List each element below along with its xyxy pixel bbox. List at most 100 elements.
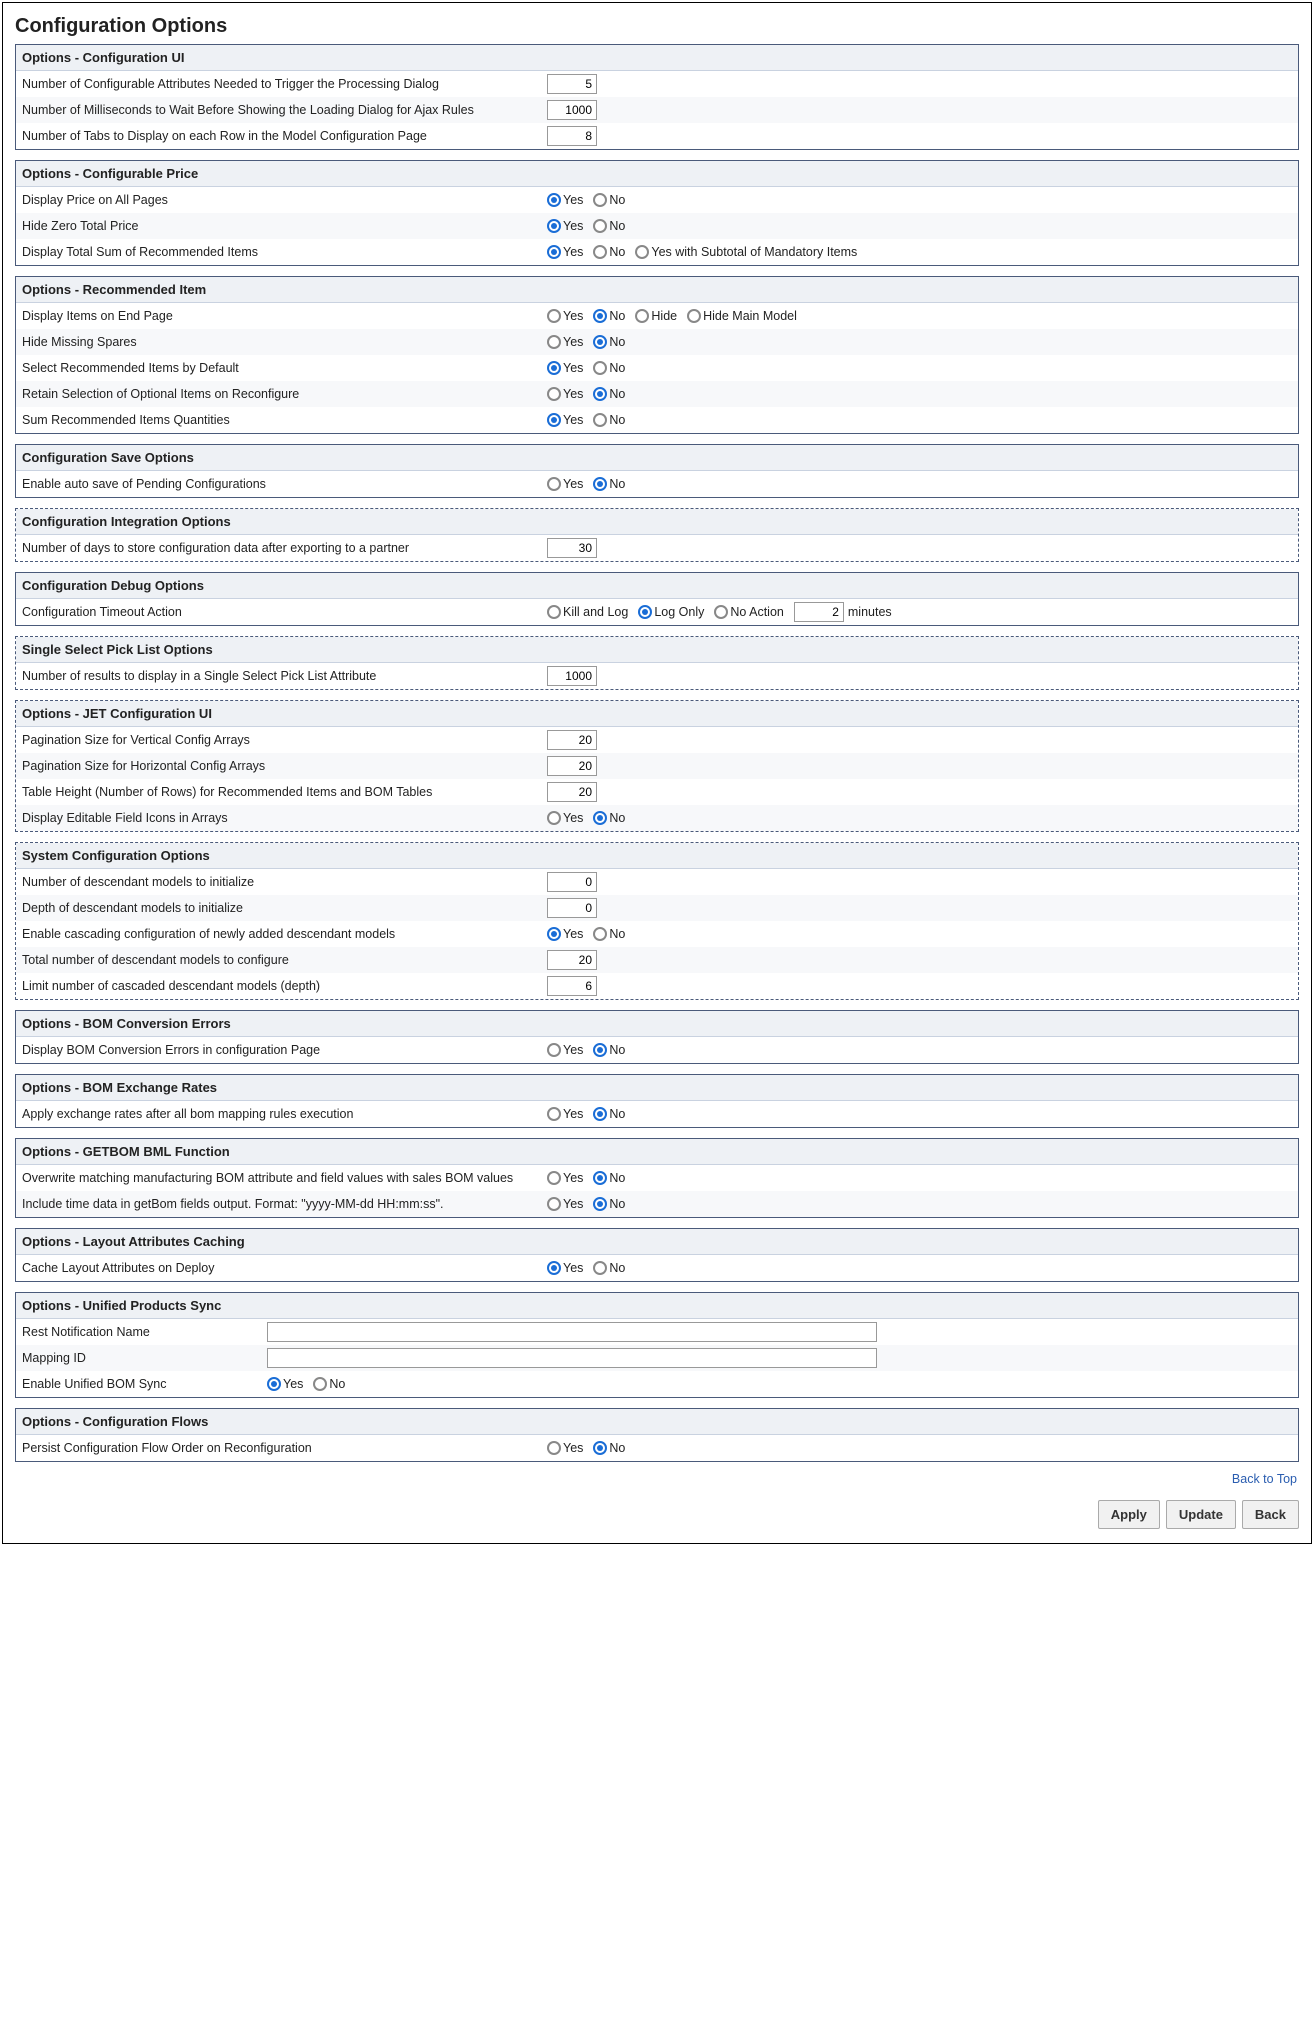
radio-label: No xyxy=(609,477,625,491)
radio-enable-sync-no[interactable]: No xyxy=(313,1377,345,1391)
radio-getbom-time-yes[interactable]: Yes xyxy=(547,1197,583,1211)
radio-persist-flow-no[interactable]: No xyxy=(593,1441,625,1455)
input-total-desc[interactable] xyxy=(547,950,597,970)
input-tabs-row[interactable] xyxy=(547,126,597,146)
radio-display-end-no[interactable]: No xyxy=(593,309,625,323)
label-bom-conv-display: Display BOM Conversion Errors in configu… xyxy=(22,1043,547,1057)
radio-display-sum-yes[interactable]: Yes xyxy=(547,245,583,259)
section-header: Options - BOM Conversion Errors xyxy=(16,1011,1298,1037)
radio-cache-layout-no[interactable]: No xyxy=(593,1261,625,1275)
radio-auto-save-yes[interactable]: Yes xyxy=(547,477,583,491)
radio-timeout-log[interactable]: Log Only xyxy=(638,605,704,619)
radio-cascading-no[interactable]: No xyxy=(593,927,625,941)
radio-bom-conv-yes[interactable]: Yes xyxy=(547,1043,583,1057)
section-header: Options - Recommended Item xyxy=(16,277,1298,303)
section-system-config: System Configuration Options Number of d… xyxy=(15,842,1299,1000)
radio-bom-exch-no[interactable]: No xyxy=(593,1107,625,1121)
radio-display-price-all-no[interactable]: No xyxy=(593,193,625,207)
input-pag-horizontal[interactable] xyxy=(547,756,597,776)
input-pag-vertical[interactable] xyxy=(547,730,597,750)
radio-editable-icons-no[interactable]: No xyxy=(593,811,625,825)
radio-cascading-yes[interactable]: Yes xyxy=(547,927,583,941)
label-select-default: Select Recommended Items by Default xyxy=(22,361,547,375)
label-retain-optional: Retain Selection of Optional Items on Re… xyxy=(22,387,547,401)
radio-cache-layout-yes[interactable]: Yes xyxy=(547,1261,583,1275)
radio-label: Yes xyxy=(563,335,583,349)
page-title: Configuration Options xyxy=(15,15,1299,38)
radio-label: No Action xyxy=(730,605,784,619)
radio-select-default-yes[interactable]: Yes xyxy=(547,361,583,375)
section-header: Configuration Save Options xyxy=(16,445,1298,471)
radio-timeout-noaction[interactable]: No Action xyxy=(714,605,784,619)
label-display-price-all: Display Price on All Pages xyxy=(22,193,547,207)
input-num-desc[interactable] xyxy=(547,872,597,892)
radio-hide-zero-no[interactable]: No xyxy=(593,219,625,233)
radio-editable-icons-yes[interactable]: Yes xyxy=(547,811,583,825)
input-table-height[interactable] xyxy=(547,782,597,802)
input-depth-desc[interactable] xyxy=(547,898,597,918)
label-rest-name: Rest Notification Name xyxy=(22,1325,267,1339)
radio-label: No xyxy=(609,1261,625,1275)
radio-label: Yes xyxy=(563,387,583,401)
section-bom-conversion: Options - BOM Conversion Errors Display … xyxy=(15,1010,1299,1064)
radio-label: Yes xyxy=(563,1197,583,1211)
radio-label: Yes xyxy=(563,1171,583,1185)
radio-enable-sync-yes[interactable]: Yes xyxy=(267,1377,303,1391)
section-bom-exchange: Options - BOM Exchange Rates Apply excha… xyxy=(15,1074,1299,1128)
label-display-end: Display Items on End Page xyxy=(22,309,547,323)
input-timeout-minutes[interactable] xyxy=(794,602,844,622)
radio-label: Yes xyxy=(563,1261,583,1275)
label-attr-count: Number of Configurable Attributes Needed… xyxy=(22,77,547,91)
radio-hide-missing-no[interactable]: No xyxy=(593,335,625,349)
radio-display-end-yes[interactable]: Yes xyxy=(547,309,583,323)
radio-bom-conv-no[interactable]: No xyxy=(593,1043,625,1057)
radio-getbom-time-no[interactable]: No xyxy=(593,1197,625,1211)
radio-label: Yes xyxy=(563,413,583,427)
section-header: Options - Configuration UI xyxy=(16,45,1298,71)
radio-display-sum-no[interactable]: No xyxy=(593,245,625,259)
section-config-ui: Options - Configuration UI Number of Con… xyxy=(15,44,1299,150)
radio-persist-flow-yes[interactable]: Yes xyxy=(547,1441,583,1455)
radio-label: Hide xyxy=(651,309,677,323)
radio-getbom-overwrite-yes[interactable]: Yes xyxy=(547,1171,583,1185)
radio-hide-missing-yes[interactable]: Yes xyxy=(547,335,583,349)
radio-retain-optional-no[interactable]: No xyxy=(593,387,625,401)
input-ms-wait[interactable] xyxy=(547,100,597,120)
radio-sum-qty-no[interactable]: No xyxy=(593,413,625,427)
apply-button[interactable]: Apply xyxy=(1098,1500,1160,1529)
radio-hide-zero-yes[interactable]: Yes xyxy=(547,219,583,233)
radio-getbom-overwrite-no[interactable]: No xyxy=(593,1171,625,1185)
section-header: Options - GETBOM BML Function xyxy=(16,1139,1298,1165)
radio-retain-optional-yes[interactable]: Yes xyxy=(547,387,583,401)
radio-label: No xyxy=(609,1107,625,1121)
radio-display-price-all-yes[interactable]: Yes xyxy=(547,193,583,207)
label-getbom-time: Include time data in getBom fields outpu… xyxy=(22,1197,547,1211)
radio-label: Yes xyxy=(563,1043,583,1057)
radio-sum-qty-yes[interactable]: Yes xyxy=(547,413,583,427)
label-display-sum: Display Total Sum of Recommended Items xyxy=(22,245,547,259)
section-header: System Configuration Options xyxy=(16,843,1298,869)
radio-timeout-kill[interactable]: Kill and Log xyxy=(547,605,628,619)
radio-auto-save-no[interactable]: No xyxy=(593,477,625,491)
input-days-store[interactable] xyxy=(547,538,597,558)
section-debug-options: Configuration Debug Options Configuratio… xyxy=(15,572,1299,626)
label-limit-desc: Limit number of cascaded descendant mode… xyxy=(22,979,547,993)
section-config-price: Options - Configurable Price Display Pri… xyxy=(15,160,1299,266)
input-rest-name[interactable] xyxy=(267,1322,877,1342)
section-header: Configuration Integration Options xyxy=(16,509,1298,535)
section-header: Options - Layout Attributes Caching xyxy=(16,1229,1298,1255)
input-mapping-id[interactable] xyxy=(267,1348,877,1368)
back-to-top-link[interactable]: Back to Top xyxy=(15,1472,1297,1486)
input-picklist-results[interactable] xyxy=(547,666,597,686)
radio-select-default-no[interactable]: No xyxy=(593,361,625,375)
radio-display-sum-subtotal[interactable]: Yes with Subtotal of Mandatory Items xyxy=(635,245,857,259)
back-button[interactable]: Back xyxy=(1242,1500,1299,1529)
label-cache-layout: Cache Layout Attributes on Deploy xyxy=(22,1261,547,1275)
label-pag-vertical: Pagination Size for Vertical Config Arra… xyxy=(22,733,547,747)
input-limit-desc[interactable] xyxy=(547,976,597,996)
radio-display-end-hide[interactable]: Hide xyxy=(635,309,677,323)
radio-bom-exch-yes[interactable]: Yes xyxy=(547,1107,583,1121)
radio-display-end-hidemain[interactable]: Hide Main Model xyxy=(687,309,797,323)
input-attr-count[interactable] xyxy=(547,74,597,94)
update-button[interactable]: Update xyxy=(1166,1500,1236,1529)
